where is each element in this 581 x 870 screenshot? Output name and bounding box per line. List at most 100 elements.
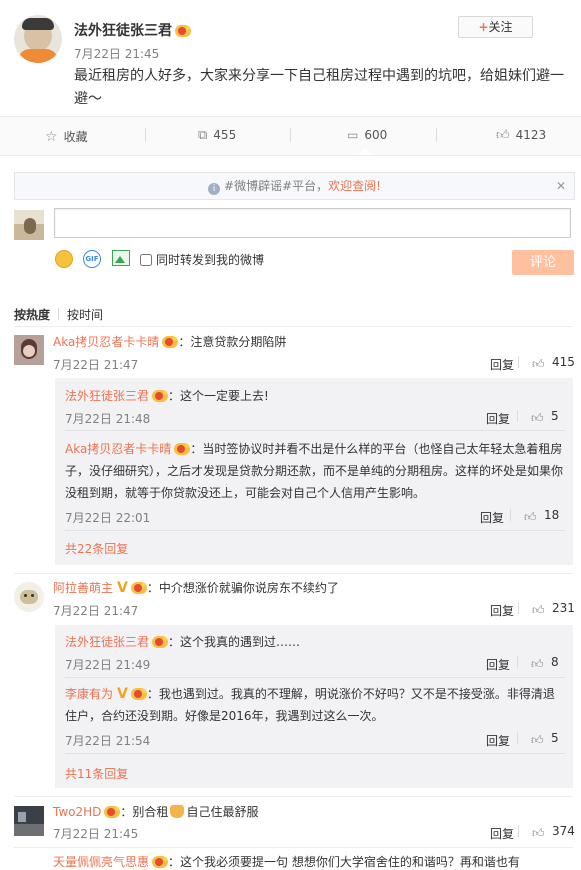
thumb-up-icon: 👍︎	[532, 826, 545, 840]
reply-time: 7月22日 21:54	[65, 734, 151, 748]
close-icon[interactable]: ✕	[556, 173, 566, 199]
reply-time: 7月22日 21:49	[65, 658, 151, 672]
reply-like-button[interactable]: 👍︎ 18	[524, 508, 559, 524]
post-content: 最近租房的人好多，大家来分享一下自己租房过程中遇到的坑吧，给姐妹们避一避～	[74, 68, 564, 107]
reply-like-button[interactable]: 👍︎ 5	[531, 409, 559, 425]
like-count: 5	[551, 409, 559, 423]
comment-text-continued: 自己住最舒服	[186, 805, 259, 819]
plus-icon: +	[478, 20, 489, 34]
commenter-avatar[interactable]	[14, 335, 44, 365]
post-time[interactable]: 7月22日 21:45	[74, 45, 159, 62]
like-count: 231	[552, 601, 575, 615]
vip-badge-icon	[130, 582, 147, 594]
repost-icon: ⧉	[198, 128, 208, 143]
comment-icon: ▭	[347, 128, 359, 142]
like-count: 415	[552, 355, 575, 369]
reply-button[interactable]: 回复	[490, 602, 514, 619]
vip-badge-icon	[175, 25, 191, 37]
comment-text: 这个我必须要提一句 想想你们大学宿舍住的和谐吗？再和谐也有	[180, 855, 520, 869]
vip-badge-icon	[152, 636, 169, 648]
reply-button[interactable]: 回复	[490, 825, 514, 842]
comment-count: 600	[364, 128, 388, 142]
gif-icon[interactable]: GIF	[83, 250, 101, 268]
panel-caret	[358, 148, 372, 155]
commenter-name[interactable]: Two2HD	[53, 805, 101, 819]
collect-label: 收藏	[63, 130, 88, 144]
my-avatar[interactable]	[14, 210, 44, 240]
thumb-up-icon: 👍︎	[531, 733, 544, 747]
reply-text: 这个我真的遇到过……	[180, 635, 301, 649]
comment-text: 别合租	[132, 805, 169, 819]
reply-text: 这个一定要上去!	[180, 389, 269, 403]
post-author-name[interactable]: 法外狂徒张三君	[74, 23, 172, 39]
reply-author-name[interactable]: 法外狂徒张三君	[65, 635, 149, 649]
info-icon: i	[208, 183, 221, 195]
thumb-up-icon: 👍︎	[531, 657, 544, 671]
comment-time: 7月22日 21:45	[53, 827, 139, 841]
follow-label: 关注	[488, 20, 513, 34]
comment-like-button[interactable]: 👍︎ 415	[532, 355, 575, 371]
action-bar: ☆ 收藏 ⧉ 455 ▭ 600 👍︎ 4123	[0, 116, 581, 156]
comment-text: 中介想涨价就骗你说房东不续约了	[158, 581, 339, 595]
collect-button[interactable]: ☆ 收藏	[45, 128, 88, 145]
vip-badge-icon	[104, 806, 121, 818]
reply-button[interactable]: 回复	[490, 356, 514, 373]
comment-button[interactable]: ▭ 600	[347, 128, 387, 142]
reply-time: 7月22日 21:48	[65, 412, 151, 426]
more-replies-link[interactable]: 共22条回复	[65, 540, 128, 557]
reply-author-name[interactable]: 法外狂徒张三君	[65, 389, 149, 403]
reply-author-name[interactable]: Aka拷贝忍者卡卡晴	[65, 442, 171, 456]
like-count: 4123	[515, 128, 547, 142]
vip-badge-icon	[174, 443, 191, 455]
thumb-up-icon: 👍︎	[532, 357, 545, 371]
like-count: 374	[552, 824, 575, 838]
like-count: 5	[551, 731, 559, 745]
repost-checkbox[interactable]	[140, 254, 152, 266]
repost-button[interactable]: ⧉ 455	[198, 128, 236, 143]
commenter-name[interactable]: Aka拷贝忍者卡卡晴	[53, 335, 159, 349]
notice-text: #微博辟谣#平台，	[224, 179, 329, 193]
rumor-notice: i #微博辟谣#平台，欢迎查阅! ✕	[14, 172, 575, 200]
vip-badge-icon	[162, 336, 179, 348]
emoji-icon[interactable]	[55, 250, 73, 268]
reply-like-button[interactable]: 👍︎ 5	[531, 731, 559, 747]
image-icon[interactable]	[112, 250, 130, 266]
reply-list: 法外狂徒张三君 ：这个我真的遇到过…… 7月22日 21:49 回复 👍︎ 8 李康…	[55, 625, 573, 788]
comment-like-button[interactable]: 👍︎ 231	[532, 601, 575, 617]
vip-badge-icon	[152, 856, 169, 868]
commenter-avatar[interactable]	[14, 806, 44, 836]
reply-button[interactable]: 回复	[486, 656, 510, 673]
reply-list: 法外狂徒张三君 ：这个一定要上去! 7月22日 21:48 回复 👍︎ 5 Aka拷…	[55, 378, 573, 565]
thumb-up-icon: 👍︎	[496, 128, 510, 143]
like-count: 18	[544, 508, 560, 522]
repost-count: 455	[213, 128, 237, 142]
thumb-up-icon: 👍︎	[532, 603, 545, 617]
verified-v-icon: V	[117, 580, 128, 596]
verified-v-icon: V	[117, 686, 128, 702]
follow-button[interactable]: +关注	[458, 16, 533, 38]
comment-time: 7月22日 21:47	[53, 604, 139, 618]
star-icon: ☆	[45, 129, 58, 145]
submit-comment-button[interactable]: 评论	[512, 250, 574, 275]
commenter-name[interactable]: 天量佩佩亮气思惠	[53, 855, 149, 869]
commenter-name[interactable]: 阿拉善萌主	[53, 581, 113, 595]
submit-label: 评论	[529, 255, 556, 270]
thumb-up-icon: 👍︎	[524, 510, 537, 524]
reply-button[interactable]: 回复	[486, 410, 510, 427]
reply-author-name[interactable]: 李康有为	[65, 687, 113, 701]
folded-hands-emoji-icon	[170, 805, 185, 818]
tab-sort-time[interactable]: 按时间	[67, 308, 103, 322]
comment-like-button[interactable]: 👍︎ 374	[532, 824, 575, 840]
reply-like-button[interactable]: 👍︎ 8	[531, 655, 559, 671]
comment-input[interactable]	[54, 208, 571, 238]
reply-button[interactable]: 回复	[486, 732, 510, 749]
reply-button[interactable]: 回复	[480, 509, 504, 526]
like-button[interactable]: 👍︎ 4123	[496, 128, 546, 143]
notice-link[interactable]: 欢迎查阅!	[328, 179, 381, 193]
author-avatar[interactable]	[14, 15, 62, 63]
more-replies-link[interactable]: 共11条回复	[65, 765, 128, 782]
comment-time: 7月22日 21:47	[53, 358, 139, 372]
tab-sort-hot[interactable]: 按热度	[14, 308, 50, 322]
commenter-avatar[interactable]	[14, 582, 44, 612]
thumb-up-icon: 👍︎	[531, 411, 544, 425]
